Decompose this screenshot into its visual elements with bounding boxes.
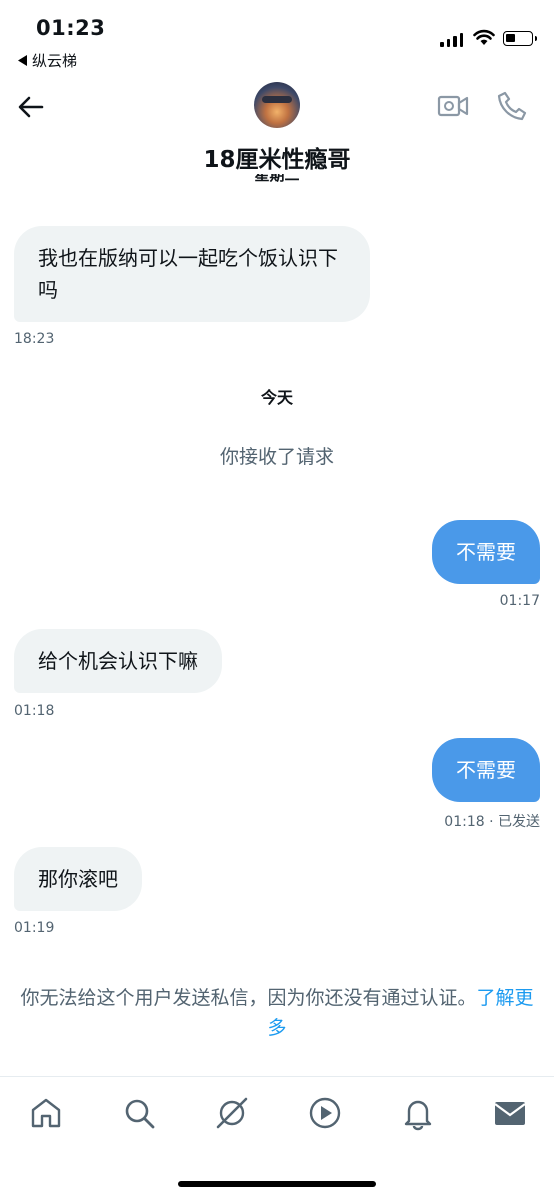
message-timestamp: 01:18 <box>14 703 55 719</box>
video-icon[interactable] <box>307 1095 343 1131</box>
message-status: 01:18 · 已发送 <box>444 814 540 830</box>
message-bubble-incoming[interactable]: 给个机会认识下嘛 <box>14 629 222 693</box>
messages-icon[interactable] <box>492 1095 528 1131</box>
notifications-icon[interactable] <box>400 1095 436 1131</box>
search-icon[interactable] <box>121 1095 157 1131</box>
message-bubble-outgoing[interactable]: 不需要 <box>432 738 540 802</box>
date-separator: 今天 <box>260 388 293 407</box>
back-to-app-link[interactable]: 纵云梯 <box>18 50 77 71</box>
message-timestamp: 18:23 <box>14 331 55 347</box>
conversation-header: 18厘米性瘾哥 星期二 <box>0 80 554 182</box>
message-bubble-outgoing[interactable]: 不需要 <box>432 520 540 584</box>
message-timestamp: 01:19 <box>14 920 55 936</box>
dm-restriction-notice: 你无法给这个用户发送私信，因为你还没有通过认证。了解更多 <box>12 983 542 1043</box>
home-indicator <box>178 1181 376 1187</box>
message-bubble-incoming[interactable]: 我也在版纳可以一起吃个饭认识下吗 <box>14 226 370 322</box>
battery-icon <box>503 31 537 46</box>
phone-call-icon[interactable] <box>496 90 528 122</box>
spaces-icon[interactable] <box>214 1095 250 1131</box>
contact-name[interactable]: 18厘米性瘾哥 <box>0 140 554 174</box>
wifi-icon <box>473 29 495 45</box>
home-icon[interactable] <box>28 1095 64 1131</box>
contact-avatar[interactable] <box>254 82 300 128</box>
status-time: 01:23 <box>36 16 106 40</box>
cell-signal-icon <box>440 33 463 47</box>
message-timestamp: 01:17 <box>499 593 540 609</box>
video-call-icon[interactable] <box>437 92 469 120</box>
back-app-label: 纵云梯 <box>32 52 78 70</box>
back-arrow-icon[interactable] <box>16 92 46 122</box>
system-notice: 你接收了请求 <box>219 446 334 468</box>
status-bar: 01:23 纵云梯 <box>0 0 554 80</box>
date-peek-label: 星期二 <box>0 174 554 182</box>
back-triangle-icon <box>18 55 27 66</box>
restriction-text: 你无法给这个用户发送私信，因为你还没有通过认证。 <box>20 987 477 1009</box>
bottom-tab-bar <box>0 1076 554 1157</box>
message-bubble-incoming[interactable]: 那你滚吧 <box>14 847 142 911</box>
